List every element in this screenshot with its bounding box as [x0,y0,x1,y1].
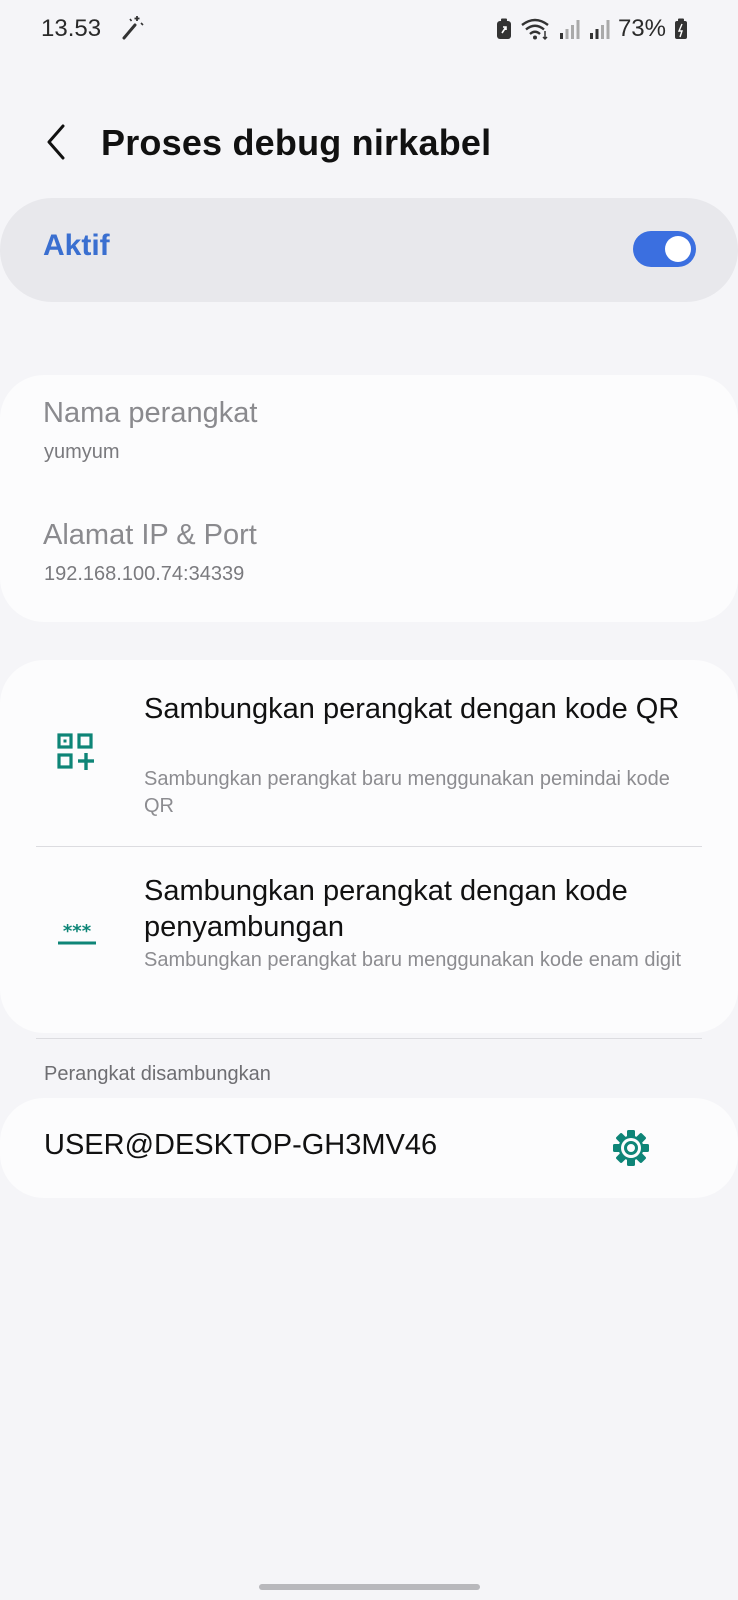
ip-port-label: Alamat IP & Port [43,519,257,551]
pair-code-subtitle: Sambungkan perangkat baru menggunakan ko… [144,949,682,971]
status-bar: 13.53 73% [0,0,738,60]
pairing-card: Sambungkan perangkat dengan kode QR Samb… [0,660,738,1033]
section-divider [36,1038,702,1039]
pair-qr-title: Sambungkan perangkat dengan kode QR [144,693,680,725]
battery-icon [675,18,687,39]
magic-wand-icon [122,16,144,40]
paired-device-name: USER@DESKTOP-GH3MV46 [44,1129,438,1161]
toggle-knob [665,236,691,262]
navigation-handle[interactable] [259,1584,480,1590]
pair-code-title: Sambungkan perangkat dengan kode penyamb… [144,875,628,943]
pair-qr-subtitle: Sambungkan perangkat baru menggunakan pe… [144,768,670,817]
paired-device-item[interactable]: USER@DESKTOP-GH3MV46 [0,1098,738,1198]
svg-text:***: *** [63,921,92,942]
qr-code-add-icon [57,733,94,770]
password-icon: *** [58,921,96,945]
device-name-value: yumyum [44,441,120,463]
chevron-left-icon[interactable] [36,116,80,168]
signal-icon [559,20,580,39]
main-switch-bar[interactable]: Aktif [0,198,738,302]
status-icons: 73% [496,14,688,44]
device-info-card: Nama perangkat yumyum Alamat IP & Port 1… [0,375,738,622]
page-title: Proses debug nirkabel [101,122,492,163]
device-name-label: Nama perangkat [43,397,258,429]
status-time: 13.53 [41,15,102,42]
battery-saver-icon [496,18,511,39]
app-bar: Proses debug nirkabel [0,110,738,180]
gear-icon[interactable] [611,1128,651,1168]
pair-with-code-item[interactable]: *** Sambungkan perangkat dengan kode pen… [0,847,738,1033]
battery-percent: 73% [617,15,666,42]
main-toggle-switch[interactable] [633,231,696,267]
wifi-icon [521,18,549,41]
main-switch-label: Aktif [43,229,110,262]
ip-port-value: 192.168.100.74:34339 [44,563,245,585]
paired-devices-header: Perangkat disambungkan [44,1063,271,1085]
pair-with-qr-item[interactable]: Sambungkan perangkat dengan kode QR Samb… [0,660,738,846]
signal-icon [589,20,610,39]
